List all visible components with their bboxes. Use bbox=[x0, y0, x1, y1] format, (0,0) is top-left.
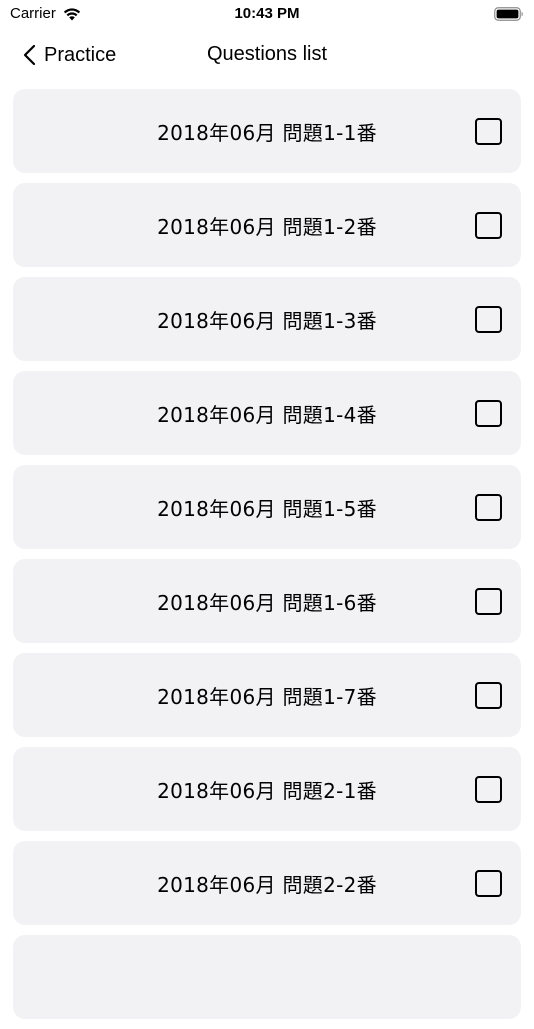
question-label: 2018年06月 問題2-2番 bbox=[157, 872, 377, 897]
clock: 10:43 PM bbox=[234, 5, 300, 22]
question-label: 2018年06月 問題1-5番 bbox=[157, 496, 377, 521]
checkbox[interactable] bbox=[475, 870, 502, 897]
battery-icon bbox=[494, 7, 523, 21]
question-label: 2018年06月 問題1-2番 bbox=[157, 214, 377, 239]
question-label: 2018年06月 問題1-3番 bbox=[157, 308, 377, 333]
question-label: 2018年06月 問題1-1番 bbox=[157, 120, 377, 145]
checkbox[interactable] bbox=[475, 306, 502, 333]
question-label: 2018年06月 問題1-4番 bbox=[157, 402, 377, 427]
question-label: 2018年06月 問題1-7番 bbox=[157, 684, 377, 709]
question-label: 2018年06月 問題2-1番 bbox=[157, 778, 377, 803]
checkbox[interactable] bbox=[475, 588, 502, 615]
checkbox[interactable] bbox=[475, 494, 502, 521]
page-title: Questions list bbox=[206, 43, 328, 65]
list-item[interactable]: 2018年06月 問題1-7番 bbox=[13, 653, 521, 737]
question-label: 2018年06月 問題1-6番 bbox=[157, 590, 377, 615]
list-item[interactable]: 2018年06月 問題1-3番 bbox=[13, 277, 521, 361]
list-item[interactable]: 2018年06月 問題2-2番 bbox=[13, 841, 521, 925]
questions-list: 2018年06月 問題1-1番 2018年06月 問題1-2番 2018年06月… bbox=[13, 89, 521, 1029]
list-item-partial[interactable] bbox=[13, 935, 521, 1019]
list-item[interactable]: 2018年06月 問題1-4番 bbox=[13, 371, 521, 455]
checkbox[interactable] bbox=[475, 776, 502, 803]
list-item[interactable]: 2018年06月 問題1-6番 bbox=[13, 559, 521, 643]
list-item[interactable]: 2018年06月 問題1-2番 bbox=[13, 183, 521, 267]
list-item[interactable]: 2018年06月 問題1-5番 bbox=[13, 465, 521, 549]
status-bar: Carrier 10:43 PM bbox=[0, 0, 534, 28]
checkbox[interactable] bbox=[475, 400, 502, 427]
checkbox[interactable] bbox=[475, 118, 502, 145]
checkbox[interactable] bbox=[475, 212, 502, 239]
navigation-bar: Practice Questions list bbox=[0, 30, 534, 80]
list-item[interactable]: 2018年06月 問題1-1番 bbox=[13, 89, 521, 173]
checkbox[interactable] bbox=[475, 682, 502, 709]
list-item[interactable]: 2018年06月 問題2-1番 bbox=[13, 747, 521, 831]
